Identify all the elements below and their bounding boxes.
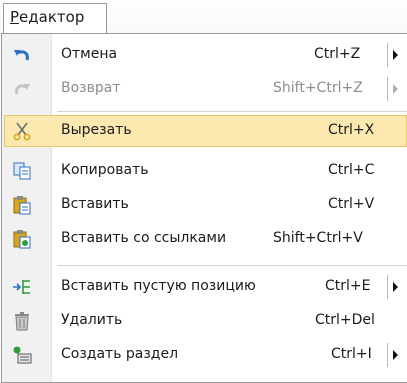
menu-item-shortcut: Shift+Ctrl+Z (273, 80, 363, 96)
submenu-arrow-icon (387, 77, 403, 101)
menu-item-shortcut: Ctrl+X (328, 122, 375, 138)
menu-item-paste[interactable]: Вставить Ctrl+V (2, 188, 407, 222)
editor-dropdown-menu: Отмена Ctrl+Z Возврат Shift+Ctrl+Z Вырез… (1, 33, 407, 383)
menu-item-delete[interactable]: Удалить Ctrl+Del (2, 304, 407, 338)
menu-item-paste-with-links[interactable]: Вставить со ссылками Shift+Ctrl+V (2, 222, 407, 256)
redo-arrow-icon (12, 79, 32, 99)
menu-item-shortcut: Shift+Ctrl+V (273, 230, 363, 246)
menu-item-shortcut: Ctrl+Z (314, 46, 361, 62)
menu-title-text: едактор (19, 8, 85, 26)
submenu-arrow-icon[interactable] (387, 43, 403, 67)
menu-separator (57, 265, 407, 266)
menu-item-label: Вставить (61, 196, 129, 212)
menu-bar: Редактор (0, 0, 407, 36)
menu-item-label: Отмена (61, 46, 118, 62)
menu-item-create-section[interactable]: Создать раздел Ctrl+I (2, 338, 407, 372)
insert-row-icon (12, 277, 32, 297)
clipboard-link-icon (12, 229, 32, 249)
menu-item-label: Вырезать (61, 122, 132, 138)
menu-item-redo: Возврат Shift+Ctrl+Z (2, 72, 407, 106)
menu-separator (57, 111, 407, 112)
create-section-icon (12, 345, 32, 365)
scissors-icon (12, 121, 32, 141)
menu-item-copy[interactable]: Копировать Ctrl+C (2, 154, 407, 188)
menu-item-shortcut: Ctrl+V (328, 196, 375, 212)
trash-icon (12, 311, 32, 331)
submenu-arrow-icon[interactable] (387, 275, 403, 299)
copy-pages-icon (12, 161, 32, 181)
menu-item-shortcut: Ctrl+I (331, 346, 372, 362)
clipboard-paste-icon (12, 195, 32, 215)
menu-item-label: Удалить (61, 312, 123, 328)
menu-editor-title[interactable]: Редактор (3, 3, 107, 33)
undo-arrow-icon (12, 45, 32, 65)
menu-item-label: Вставить со ссылками (61, 230, 227, 246)
menu-item-label: Создать раздел (61, 346, 179, 362)
menu-item-shortcut: Ctrl+E (325, 278, 371, 294)
submenu-arrow-icon[interactable] (387, 343, 403, 367)
menu-item-label: Возврат (61, 80, 121, 96)
menu-item-shortcut: Ctrl+Del (315, 312, 375, 328)
menu-item-cut[interactable]: Вырезать Ctrl+X (2, 114, 407, 148)
menu-item-shortcut: Ctrl+C (328, 162, 375, 178)
menu-item-label: Вставить пустую позицию (61, 278, 256, 294)
menu-item-label: Копировать (61, 162, 149, 178)
menu-title-accelerator: Р (10, 8, 20, 26)
menu-item-insert-empty-position[interactable]: Вставить пустую позицию Ctrl+E (2, 270, 407, 304)
menu-item-undo[interactable]: Отмена Ctrl+Z (2, 38, 407, 72)
